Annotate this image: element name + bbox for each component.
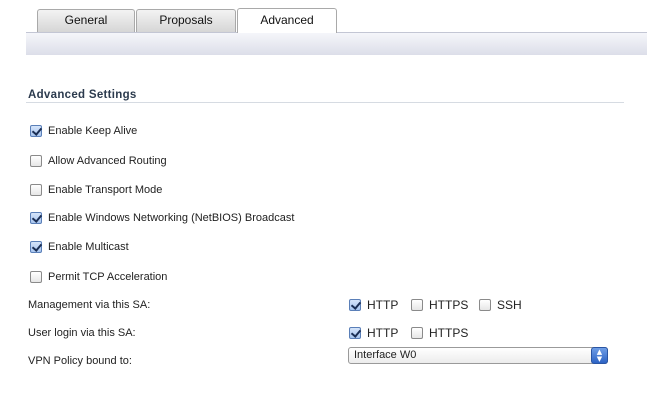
vpn-policy-selected-value: Interface W0 (354, 349, 417, 361)
section-title: Advanced Settings (28, 89, 137, 101)
keep-alive-row[interactable]: Enable Keep Alive (30, 124, 137, 138)
netbios-broadcast-checkbox[interactable] (30, 212, 42, 224)
user-login-http-label: HTTP (367, 326, 399, 340)
user-login-https-checkbox[interactable] (411, 327, 423, 339)
management-https-label: HTTPS (429, 298, 469, 312)
multicast-label: Enable Multicast (48, 241, 129, 253)
user-login-label: User login via this SA: (28, 327, 136, 339)
multicast-row[interactable]: Enable Multicast (30, 240, 129, 254)
management-ssh-option[interactable]: SSH (479, 298, 522, 312)
management-ssh-label: SSH (497, 298, 522, 312)
keep-alive-label: Enable Keep Alive (48, 125, 138, 137)
keep-alive-checkbox[interactable] (30, 125, 42, 137)
management-ssh-checkbox[interactable] (479, 299, 491, 311)
netbios-broadcast-row[interactable]: Enable Windows Networking (NetBIOS) Broa… (30, 211, 294, 225)
tab-general[interactable]: General (37, 9, 135, 32)
vpn-policy-label: VPN Policy bound to: (28, 355, 132, 367)
advanced-routing-row[interactable]: Allow Advanced Routing (30, 154, 167, 168)
tab-proposals[interactable]: Proposals (136, 9, 236, 32)
tcp-acceleration-row[interactable]: Permit TCP Acceleration (30, 270, 167, 284)
management-label: Management via this SA: (28, 299, 151, 311)
section-divider (26, 102, 624, 103)
user-login-https-option[interactable]: HTTPS (411, 326, 468, 340)
management-http-option[interactable]: HTTP (349, 298, 398, 312)
tcp-acceleration-checkbox[interactable] (30, 271, 42, 283)
management-http-label: HTTP (367, 298, 399, 312)
updown-arrows-icon[interactable]: ▲ ▼ (591, 347, 608, 364)
transport-mode-row[interactable]: Enable Transport Mode (30, 183, 162, 197)
multicast-checkbox[interactable] (30, 241, 42, 253)
management-http-checkbox[interactable] (349, 299, 361, 311)
transport-mode-checkbox[interactable] (30, 184, 42, 196)
user-login-http-option[interactable]: HTTP (349, 326, 398, 340)
management-https-checkbox[interactable] (411, 299, 423, 311)
vpn-policy-select[interactable]: Interface W0 ▲ ▼ (348, 347, 608, 364)
user-login-https-label: HTTPS (429, 326, 469, 340)
netbios-broadcast-label: Enable Windows Networking (NetBIOS) Broa… (48, 212, 295, 224)
tab-advanced[interactable]: Advanced (237, 8, 337, 33)
tcp-acceleration-label: Permit TCP Acceleration (48, 271, 168, 283)
tab-content-band (26, 32, 647, 55)
transport-mode-label: Enable Transport Mode (48, 184, 163, 196)
management-https-option[interactable]: HTTPS (411, 298, 468, 312)
advanced-routing-label: Allow Advanced Routing (48, 155, 167, 167)
user-login-http-checkbox[interactable] (349, 327, 361, 339)
advanced-routing-checkbox[interactable] (30, 155, 42, 167)
